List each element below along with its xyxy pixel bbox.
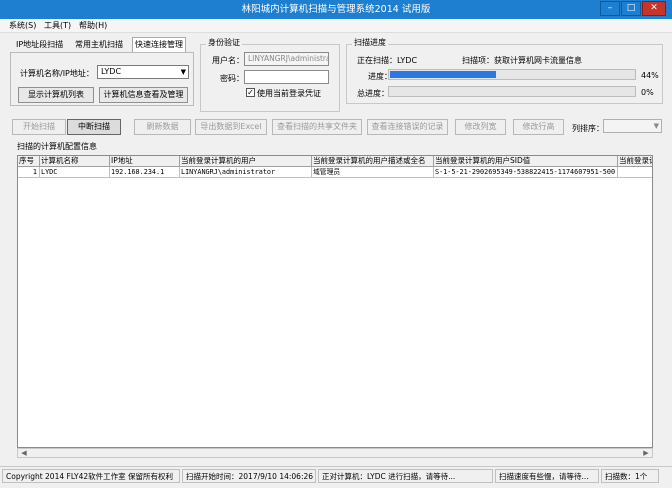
password-label: 密码： xyxy=(220,74,244,83)
total-progress-percent: 0% xyxy=(641,88,654,97)
export-excel-button[interactable]: 导出数据到Excel xyxy=(195,119,267,135)
menu-help[interactable]: 帮助(H) xyxy=(79,19,107,33)
view-error-log-button[interactable]: 查看连接错误的记录 xyxy=(367,119,448,135)
table-cell[interactable]: 域管理员 xyxy=(312,167,434,178)
progress-bar-fill xyxy=(390,71,496,78)
tab-common-hosts[interactable]: 常用主机扫描 xyxy=(73,38,125,52)
edit-column-width-button[interactable]: 修改列宽 xyxy=(455,119,506,135)
host-combobox-value: LYDC xyxy=(101,67,122,76)
column-header-logged-user[interactable]: 当前登录计算机的用户 xyxy=(180,156,312,167)
maximize-button[interactable]: □ xyxy=(621,1,641,16)
scan-mode-tabs: IP地址段扫描 常用主机扫描 快速连接管理 xyxy=(10,37,190,53)
table-cell[interactable]: LINYANGRJ\administrator xyxy=(180,167,312,178)
use-current-credentials-label: 使用当前登录凭证 xyxy=(257,89,321,98)
table-cell[interactable]: S-1-5-21-2902695349-538822415-1174607951… xyxy=(434,167,618,178)
menu-tools[interactable]: 工具(T) xyxy=(44,19,71,33)
table-cell[interactable] xyxy=(618,167,652,178)
column-header-user-sid[interactable]: 当前登录计算机的用户SID值 xyxy=(434,156,618,167)
show-computer-list-button[interactable]: 显示计算机列表 xyxy=(18,87,94,103)
sort-label: 列排序： xyxy=(572,124,604,133)
username-field[interactable]: LINYANGRJ\administrator xyxy=(244,52,329,66)
progress-bar xyxy=(388,69,636,80)
host-label: 计算机名称/IP地址： xyxy=(20,69,94,78)
sort-combobox[interactable]: ▼ xyxy=(603,119,662,133)
scroll-right-icon[interactable]: ▶ xyxy=(641,449,651,457)
table-cell[interactable]: 1 xyxy=(18,167,40,178)
computer-config-table: 序号 计算机名称 IP地址 当前登录计算机的用户 当前登录计算机的用户描述或全名… xyxy=(17,155,653,448)
column-header-more[interactable]: 当前登录计 xyxy=(618,156,652,167)
status-start-time: 扫描开始时间：2017/9/10 14:06:26 xyxy=(182,469,316,483)
column-header-ip-address[interactable]: IP地址 xyxy=(110,156,180,167)
progress-percent: 44% xyxy=(641,71,659,80)
use-current-credentials-checkbox[interactable]: ✓ xyxy=(246,88,255,97)
status-speed: 扫描速度有些慢，请等待... xyxy=(495,469,599,483)
auth-group-title: 身份验证 xyxy=(206,38,242,48)
horizontal-scrollbar[interactable]: ◀ ▶ xyxy=(17,448,653,458)
minimize-button[interactable]: – xyxy=(600,1,620,16)
menu-system[interactable]: 系统(S) xyxy=(9,19,36,33)
total-progress-label: 总进度： xyxy=(357,89,389,98)
edit-row-height-button[interactable]: 修改行高 xyxy=(513,119,564,135)
view-shared-folders-button[interactable]: 查看扫描的共享文件夹 xyxy=(272,119,362,135)
table-cell[interactable]: 192.168.234.1 xyxy=(110,167,180,178)
view-computer-info-button[interactable]: 计算机信息查看及管理 xyxy=(99,87,188,103)
close-button[interactable]: ✕ xyxy=(642,1,666,16)
status-current-computer: 正对计算机：LYDC 进行扫描，请等待... xyxy=(318,469,493,483)
total-progress-bar xyxy=(388,86,636,97)
scan-item-label: 扫描项：获取计算机网卡流量信息 xyxy=(462,56,582,65)
host-combobox[interactable]: LYDC ▼ xyxy=(97,65,189,79)
status-count: 扫描数：1个 xyxy=(601,469,659,483)
column-header-computer-name[interactable]: 计算机名称 xyxy=(40,156,110,167)
chevron-down-icon[interactable]: ▼ xyxy=(654,120,659,132)
tab-ip-range[interactable]: IP地址段扫描 xyxy=(14,38,65,52)
column-header-user-description[interactable]: 当前登录计算机的用户描述或全名 xyxy=(312,156,434,167)
password-field[interactable] xyxy=(244,70,329,84)
username-label: 用户名： xyxy=(212,56,244,65)
table-title: 扫描的计算机配置信息 xyxy=(17,142,97,151)
chevron-down-icon[interactable]: ▼ xyxy=(181,66,186,78)
progress-group-title: 扫描进度 xyxy=(352,38,388,48)
start-scan-button[interactable]: 开始扫描 xyxy=(12,119,66,135)
stop-scan-button[interactable]: 中断扫描 xyxy=(67,119,121,135)
column-header-index[interactable]: 序号 xyxy=(18,156,40,167)
status-copyright: Copyright 2014 FLY42软件工作室 保留所有权利 xyxy=(2,469,180,483)
table-cell[interactable]: LYDC xyxy=(40,167,110,178)
window-title: 林阳城内计算机扫描与管理系统2014 试用版 xyxy=(241,4,431,15)
refresh-data-button[interactable]: 刷新数据 xyxy=(134,119,191,135)
scroll-left-icon[interactable]: ◀ xyxy=(19,449,29,457)
tab-quick-connect[interactable]: 快速连接管理 xyxy=(132,37,186,53)
scanning-host-label: 正在扫描：LYDC xyxy=(357,56,418,65)
